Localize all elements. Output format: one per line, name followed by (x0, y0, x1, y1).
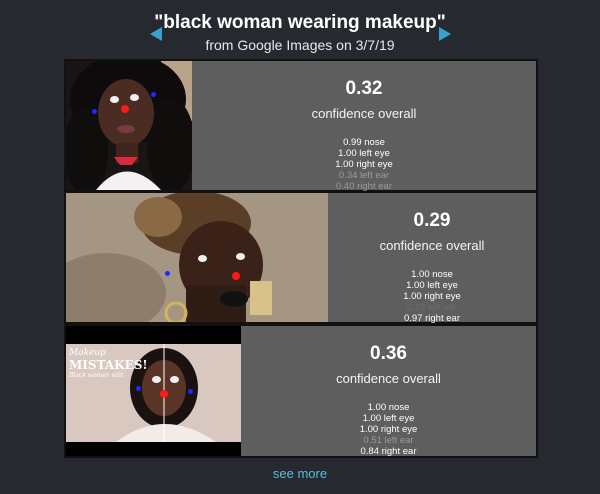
left-eye-confidence: 1.00 left eye (362, 413, 415, 424)
confidence-panel-3: 0.36 confidence overall 1.00 nose 1.00 l… (241, 326, 536, 457)
right-eye-confidence: 1.00 right eye (403, 291, 461, 302)
portrait-photo (66, 61, 192, 190)
keypoint-list: 1.00 nose 1.00 left eye 1.00 right eye 0… (328, 269, 536, 324)
nose-confidence: 1.00 nose (411, 269, 453, 280)
portrait-photo (66, 326, 241, 456)
left-eye-marker (198, 255, 207, 262)
nose-confidence: 1.00 nose (367, 402, 410, 413)
right-ear-confidence: 0.84 right ear (360, 446, 417, 457)
left-eye-confidence: 1.00 left eye (338, 148, 390, 159)
result-card-1: 0.32 confidence overall 0.99 nose 1.00 l… (64, 59, 538, 192)
right-eye-marker (170, 376, 179, 383)
right-ear-marker (151, 92, 156, 97)
nose-marker (121, 105, 129, 113)
caption-headline: MISTAKES! (69, 358, 148, 372)
confidence-panel-2: 0.29 confidence overall 1.00 nose 1.00 l… (328, 193, 536, 324)
overall-score: 0.32 (345, 78, 383, 99)
keypoint-list: 0.99 nose 1.00 left eye 1.00 right eye 0… (192, 137, 536, 192)
right-ear-confidence: 0.97 right ear (404, 313, 460, 324)
overall-score: 0.29 (413, 210, 451, 231)
left-ear-marker (136, 386, 141, 391)
right-eye-confidence: 1.00 right eye (335, 159, 393, 170)
right-eye-marker (130, 94, 139, 101)
right-eye-confidence: 1.00 right eye (359, 424, 418, 435)
left-eye-confidence: 1.00 left eye (406, 280, 458, 291)
overall-score-label: confidence overall (311, 106, 417, 121)
see-more-link[interactable]: see more (0, 466, 600, 481)
left-ear-marker (92, 109, 97, 114)
portrait-photo (66, 193, 328, 322)
result-image-3: Makeup MISTAKES! Black women edit (66, 326, 241, 456)
result-card-2: 0.29 confidence overall 1.00 nose 1.00 l… (64, 191, 538, 324)
right-ear-marker (188, 389, 193, 394)
keypoint-list: 1.00 nose 1.00 left eye 1.00 right eye 0… (241, 402, 536, 457)
left-eye-marker (152, 376, 161, 383)
left-eye-marker (110, 96, 119, 103)
left-ear-marker (165, 271, 170, 276)
result-image-2 (66, 193, 328, 322)
left-ear-confidence: 0.51 left ear (363, 435, 414, 446)
overall-score: 0.36 (370, 343, 407, 364)
right-eye-marker (236, 253, 245, 260)
source-subtitle: from Google Images on 3/7/19 (205, 37, 395, 53)
nose-marker (160, 390, 168, 398)
nose-confidence: 0.99 nose (343, 137, 385, 148)
confidence-panel-1: 0.32 confidence overall 0.99 nose 1.00 l… (192, 61, 536, 192)
caption-sub: Black women edit (69, 372, 124, 379)
header: "black woman wearing makeup" from Google… (0, 0, 600, 60)
left-ear-confidence: 0.34 left ear (338, 170, 390, 181)
caption-script: Makeup (69, 348, 106, 358)
image-caption: Makeup MISTAKES! Black women edit (69, 348, 148, 379)
overall-score-label: confidence overall (336, 371, 441, 386)
result-card-3: Makeup MISTAKES! Black women edit 0.36 c… (64, 324, 538, 458)
overall-score-label: confidence overall (379, 238, 485, 253)
next-arrow-icon[interactable] (439, 27, 451, 41)
nose-marker (232, 272, 240, 280)
result-image-1 (66, 61, 192, 190)
search-query-title: "black woman wearing makeup" (154, 12, 446, 33)
left-ear-confidence: 0.13 left ear (406, 302, 458, 313)
